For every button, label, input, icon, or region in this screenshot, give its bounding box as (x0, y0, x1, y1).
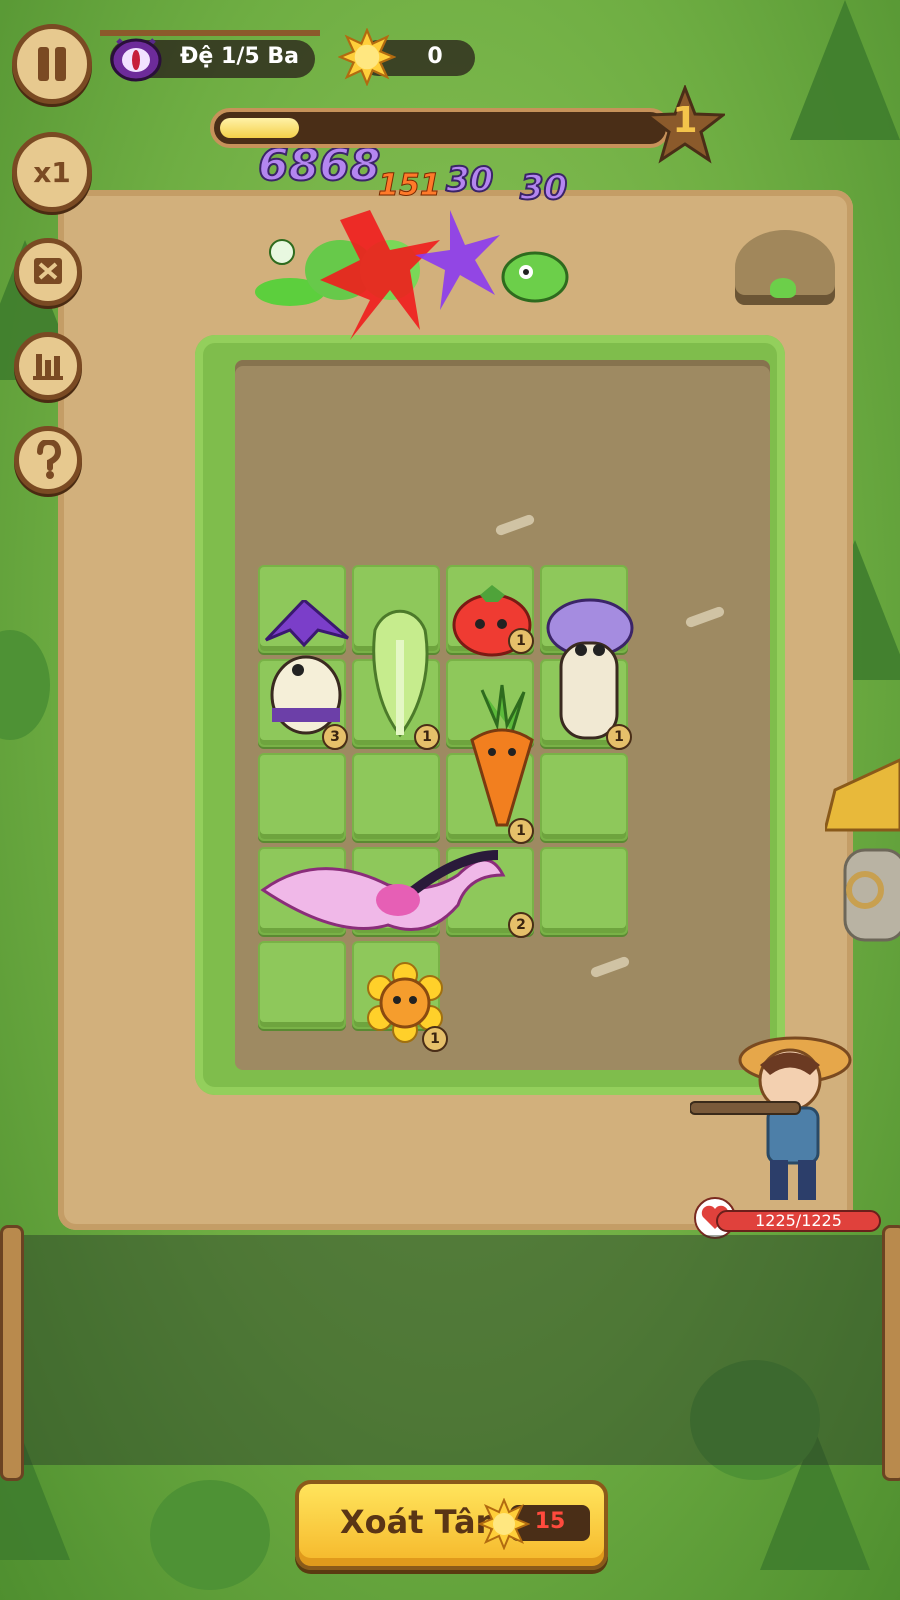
pause-icon (38, 47, 66, 81)
carrot-plant[interactable] (462, 680, 542, 830)
level-badge: 1 (508, 628, 534, 654)
enemy-group (255, 210, 569, 340)
stage-label: Đệ 1/5 Ba (180, 44, 299, 69)
level-badge: 1 (606, 724, 632, 750)
map-icon (34, 258, 62, 284)
level-badge: 2 (508, 912, 534, 938)
level-badge: 1 (508, 818, 534, 844)
refresh-button-label: Xoát Tân (340, 1503, 499, 1541)
pirate-mushroom-plant[interactable] (258, 600, 350, 740)
damage-number: 151 (378, 168, 442, 204)
game-scene: 6868 151 30 30 3 1 1 1 1 2 1 1225/1225 X… (0, 0, 900, 1600)
bar-chart-icon (33, 354, 63, 380)
slime-enemy (770, 278, 796, 298)
question-icon (37, 440, 62, 479)
bottom-panel (0, 1235, 900, 1465)
damage-number: 30 (445, 159, 494, 201)
stats-button[interactable] (14, 332, 82, 400)
lettuce-plant[interactable] (360, 600, 440, 740)
board-tile[interactable] (352, 753, 440, 841)
board-tile[interactable] (258, 941, 346, 1029)
bush (150, 1480, 270, 1590)
board-tile[interactable] (540, 753, 628, 841)
player-hp-text: 1225/1225 (755, 1211, 842, 1230)
help-button[interactable] (14, 426, 82, 494)
speed-button[interactable]: x1 (12, 132, 92, 212)
wave-progress-fill (220, 118, 299, 138)
refresh-cost: 15 (534, 1509, 566, 1534)
pine-tree (790, 0, 900, 140)
pause-button[interactable] (12, 24, 92, 104)
panel-rail-left (0, 1225, 24, 1481)
board-tile[interactable] (258, 753, 346, 841)
farmer-player (690, 1036, 852, 1200)
panel-rail-right (882, 1225, 900, 1481)
sun-icon (478, 1498, 530, 1550)
wave-progress-bar (210, 108, 670, 148)
speed-label: x1 (33, 155, 71, 189)
purple-mushroom-plant[interactable] (545, 598, 635, 743)
damage-number: 30 (519, 167, 568, 209)
map-button[interactable] (14, 238, 82, 306)
wave-number: 1 (672, 100, 698, 141)
board-tile[interactable] (540, 847, 628, 935)
level-badge: 1 (422, 1026, 448, 1052)
bush (0, 630, 50, 740)
boss-eye-icon (110, 38, 162, 82)
sun-icon (338, 28, 396, 86)
level-badge: 1 (414, 724, 440, 750)
level-badge: 3 (322, 724, 348, 750)
well (825, 758, 900, 942)
dragon-plant[interactable] (258, 845, 508, 945)
sun-count: 0 (427, 44, 443, 69)
